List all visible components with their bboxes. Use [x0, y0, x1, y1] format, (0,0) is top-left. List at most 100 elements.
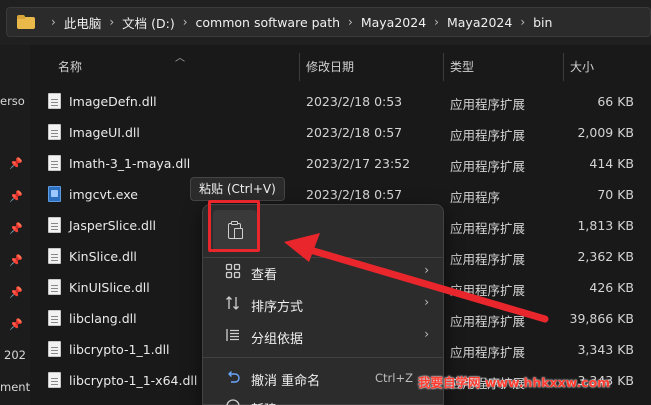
- breadcrumb-maya2024-outer[interactable]: Maya2024: [361, 15, 426, 30]
- file-name: KinUISlice.dll: [69, 280, 150, 295]
- file-date: 2023/2/18 0:57: [306, 187, 403, 202]
- breadcrumb-maya2024-inner[interactable]: Maya2024: [447, 15, 512, 30]
- shortcut-label: Ctrl+Z: [375, 371, 413, 385]
- breadcrumb-separator: ›: [434, 15, 439, 29]
- breadcrumb-separator: ›: [348, 15, 353, 29]
- file-size: 39,866 KB: [569, 311, 634, 326]
- dll-file-icon: [48, 217, 61, 233]
- file-row[interactable]: ImageUI.dll 2023/2/18 0:57 应用程序扩展 2,009 …: [30, 117, 651, 148]
- file-size: 3,343 KB: [577, 342, 634, 357]
- file-size: 1,813 KB: [577, 218, 634, 233]
- file-type: 应用程序扩展: [450, 159, 526, 174]
- file-name: Imath-3_1-maya.dll: [69, 156, 191, 171]
- watermark-text: 我要自学网 www.hhkxxw.com: [418, 375, 611, 390]
- column-header-modified[interactable]: 修改日期: [306, 58, 354, 75]
- menu-item-label: 新建: [251, 399, 277, 405]
- nav-item-partial[interactable]: ment: [0, 380, 30, 394]
- sort-ascending-icon: ︿: [175, 53, 185, 64]
- file-size: 2,362 KB: [577, 249, 634, 264]
- breadcrumb-drive-d[interactable]: 文档 (D:): [122, 13, 175, 32]
- file-type: 应用程序扩展: [450, 314, 526, 329]
- nav-item-partial[interactable]: 202: [4, 348, 26, 362]
- breadcrumb[interactable]: › 此电脑 › 文档 (D:) › common software path ›…: [6, 7, 651, 37]
- group-by-icon: [225, 327, 241, 343]
- menu-item-view[interactable]: 查看 ›: [203, 256, 443, 288]
- file-date: 2023/2/18 0:53: [306, 94, 403, 109]
- dll-file-icon: [48, 310, 61, 326]
- menu-item-new[interactable]: 新建: [203, 391, 443, 405]
- column-divider[interactable]: [299, 53, 300, 81]
- file-type: 应用程序扩展: [450, 128, 526, 143]
- pin-icon: 📌: [9, 254, 23, 267]
- menu-item-label: 查看: [251, 268, 278, 283]
- file-size: 426 KB: [589, 280, 634, 295]
- dll-file-icon: [48, 155, 61, 171]
- dll-file-icon: [48, 279, 61, 295]
- pin-icon: 📌: [9, 157, 23, 170]
- menu-item-group-by[interactable]: 分组依据 ›: [203, 320, 443, 352]
- dll-file-icon: [48, 341, 61, 357]
- exe-file-icon: [48, 186, 61, 202]
- file-name: imgcvt.exe: [69, 187, 138, 202]
- file-size: 66 KB: [597, 94, 634, 109]
- file-type: 应用程序: [450, 190, 501, 205]
- folder-icon: [17, 15, 35, 29]
- pin-icon: 📌: [9, 190, 23, 203]
- file-name: libcrypto-1_1-x64.dll: [69, 373, 198, 388]
- dll-file-icon: [48, 93, 61, 109]
- address-bar: › 此电脑 › 文档 (D:) › common software path ›…: [0, 0, 651, 45]
- paste-tooltip: 粘贴 (Ctrl+V): [190, 177, 285, 201]
- column-header-size[interactable]: 大小: [570, 58, 594, 75]
- column-headers: ︿ 名称 修改日期 类型 大小: [30, 45, 651, 83]
- menu-item-label: 排序方式: [251, 300, 304, 315]
- dll-file-icon: [48, 372, 61, 388]
- breadcrumb-separator: ›: [109, 15, 115, 29]
- column-divider[interactable]: [443, 53, 444, 81]
- breadcrumb-separator: ›: [520, 15, 526, 29]
- file-type: 应用程序扩展: [450, 97, 526, 112]
- file-name: ImageUI.dll: [69, 125, 140, 140]
- file-size: 2,009 KB: [577, 125, 634, 140]
- file-date: 2023/2/18 0:57: [306, 125, 403, 140]
- file-type: 应用程序扩展: [450, 252, 526, 267]
- breadcrumb-separator: ›: [182, 15, 188, 29]
- file-name: KinSlice.dll: [69, 249, 137, 264]
- nav-item-partial[interactable]: erso: [0, 94, 25, 108]
- file-size: 70 KB: [597, 187, 634, 202]
- breadcrumb-separator: ›: [51, 15, 56, 29]
- chevron-right-icon: ›: [424, 295, 429, 309]
- breadcrumb-bin[interactable]: bin: [533, 15, 552, 30]
- new-icon: [225, 398, 241, 405]
- breadcrumb-this-pc[interactable]: 此电脑: [64, 13, 102, 32]
- chevron-right-icon: ›: [424, 263, 429, 277]
- sort-icon: [225, 295, 241, 311]
- column-header-type[interactable]: 类型: [450, 58, 474, 75]
- paste-highlight-annotation: [208, 200, 260, 252]
- dll-file-icon: [48, 248, 61, 264]
- navigation-pane: erso 📌 📌 📌 📌 📌 📌 202 ment: [0, 45, 30, 405]
- file-type: 应用程序扩展: [450, 221, 526, 236]
- dll-file-icon: [48, 124, 61, 140]
- menu-item-label: 分组依据: [251, 332, 304, 347]
- file-row[interactable]: Imath-3_1-maya.dll 2023/2/17 23:52 应用程序扩…: [30, 148, 651, 179]
- chevron-right-icon: ›: [424, 327, 429, 341]
- menu-divider: [203, 357, 443, 358]
- menu-item-undo-rename[interactable]: 撤消 重命名 Ctrl+Z: [203, 362, 443, 394]
- file-date: 2023/2/17 23:52: [306, 156, 411, 171]
- file-row[interactable]: ImageDefn.dll 2023/2/18 0:53 应用程序扩展 66 K…: [30, 86, 651, 117]
- file-name: libclang.dll: [69, 311, 137, 326]
- grid-view-icon: [225, 263, 241, 279]
- column-divider[interactable]: [563, 53, 564, 81]
- menu-item-label: 撤消 重命名: [251, 374, 321, 389]
- pin-icon: 📌: [9, 286, 23, 299]
- file-name: libcrypto-1_1.dll: [69, 342, 170, 357]
- file-type: 应用程序扩展: [450, 345, 526, 360]
- file-name: JasperSlice.dll: [69, 218, 156, 233]
- breadcrumb-common-software-path[interactable]: common software path: [196, 15, 341, 30]
- pin-icon: 📌: [9, 318, 23, 331]
- pin-icon: 📌: [9, 222, 23, 235]
- column-header-name[interactable]: 名称: [58, 58, 82, 75]
- file-type: 应用程序扩展: [450, 283, 526, 298]
- menu-item-sort-by[interactable]: 排序方式 ›: [203, 288, 443, 320]
- undo-icon: [225, 369, 241, 385]
